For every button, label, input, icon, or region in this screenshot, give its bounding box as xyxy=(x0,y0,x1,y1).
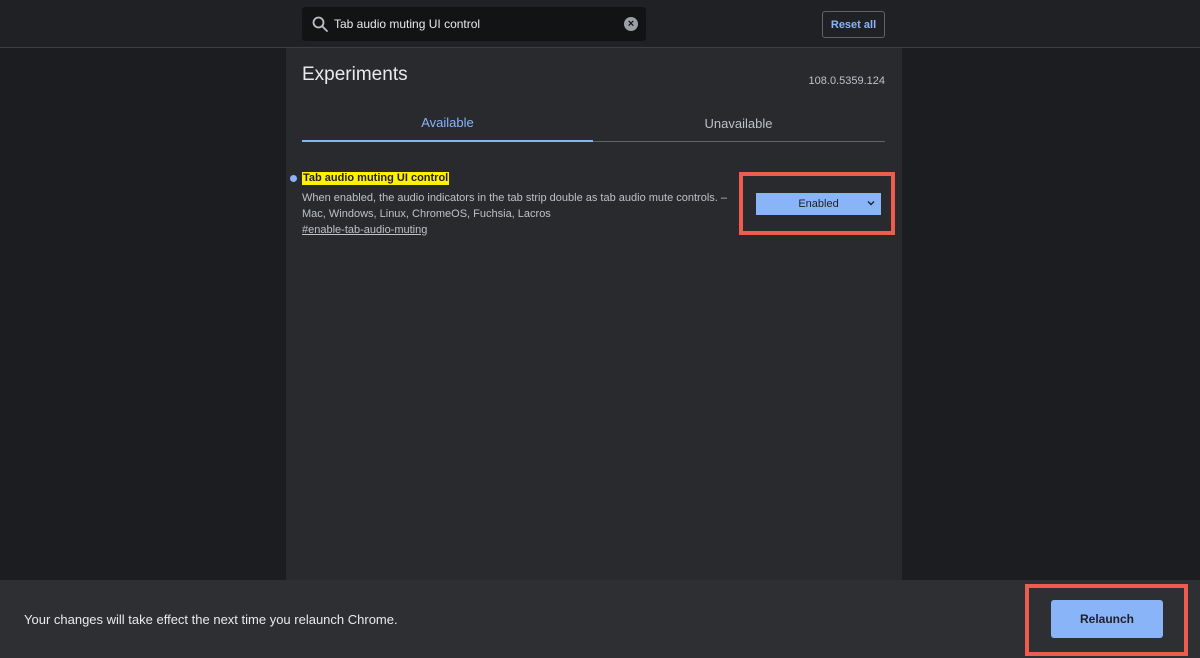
description-line-2: Mac, Windows, Linux, ChromeOS, Fuchsia, … xyxy=(302,208,551,220)
header-bar: × Reset all xyxy=(0,0,1200,48)
experiment-state-select[interactable]: Enabled xyxy=(756,193,881,215)
modified-indicator-dot xyxy=(290,175,297,182)
tab-bar: Available Unavailable xyxy=(302,104,885,142)
chevron-down-icon xyxy=(867,201,875,206)
experiment-name: Tab audio muting UI control xyxy=(302,172,450,185)
experiments-panel: Experiments 108.0.5359.124 Available Una… xyxy=(286,48,902,580)
relaunch-footer: Your changes will take effect the next t… xyxy=(0,580,1200,658)
description-line-1: When enabled, the audio indicators in th… xyxy=(302,192,727,204)
page-title: Experiments xyxy=(302,64,408,85)
experiment-permalink[interactable]: #enable-tab-audio-muting xyxy=(302,224,427,236)
version-label: 108.0.5359.124 xyxy=(808,75,885,87)
experiment-description: When enabled, the audio indicators in th… xyxy=(302,190,742,222)
tab-available[interactable]: Available xyxy=(302,104,593,142)
reset-all-button[interactable]: Reset all xyxy=(822,11,885,38)
clear-icon[interactable]: × xyxy=(624,17,638,31)
right-margin xyxy=(902,48,1200,580)
left-margin xyxy=(0,48,286,580)
search-input[interactable] xyxy=(334,7,614,41)
select-value: Enabled xyxy=(798,198,839,210)
search-box[interactable]: × xyxy=(302,7,646,41)
tab-unavailable[interactable]: Unavailable xyxy=(593,104,884,142)
relaunch-button[interactable]: Relaunch xyxy=(1051,600,1163,638)
relaunch-message: Your changes will take effect the next t… xyxy=(24,612,398,627)
search-icon xyxy=(312,16,328,32)
